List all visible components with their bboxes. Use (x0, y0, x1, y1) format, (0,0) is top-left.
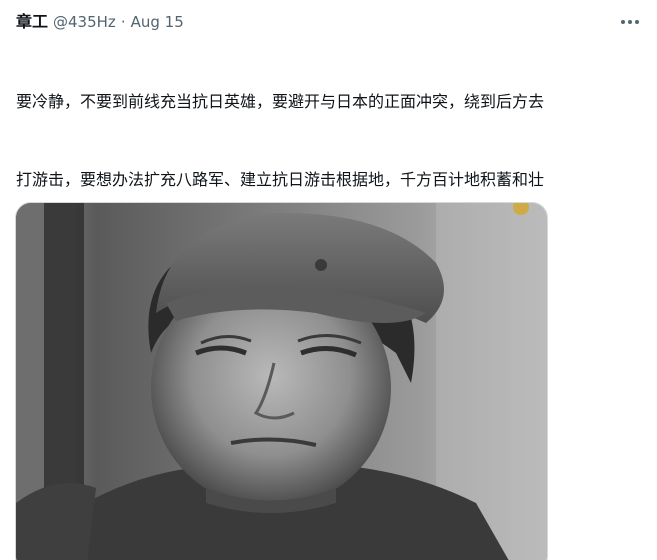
tweet-header: 章工 @435Hz · Aug 15 (16, 11, 184, 33)
more-options-button[interactable] (618, 12, 642, 32)
tweet[interactable]: 章工 @435Hz · Aug 15 要冷静，不要到前线充当抗日英雄，要避开与日… (0, 0, 657, 560)
more-horizontal-icon (621, 20, 639, 24)
portrait-image (16, 203, 547, 560)
tweet-text-line: 打游击，要想办法扩充八路军、建立抗日游击根据地，千方百计地积蓄和壮 (16, 170, 545, 189)
separator-dot: · (120, 13, 126, 31)
display-name[interactable]: 章工 (16, 11, 48, 33)
user-handle[interactable]: @435Hz (53, 11, 116, 33)
tweet-photo[interactable] (15, 202, 548, 560)
tweet-text-line: 要冷静，不要到前线充当抗日英雄，要避开与日本的正面冲突，绕到后方去 (16, 92, 545, 111)
tweet-date[interactable]: Aug 15 (131, 11, 184, 33)
